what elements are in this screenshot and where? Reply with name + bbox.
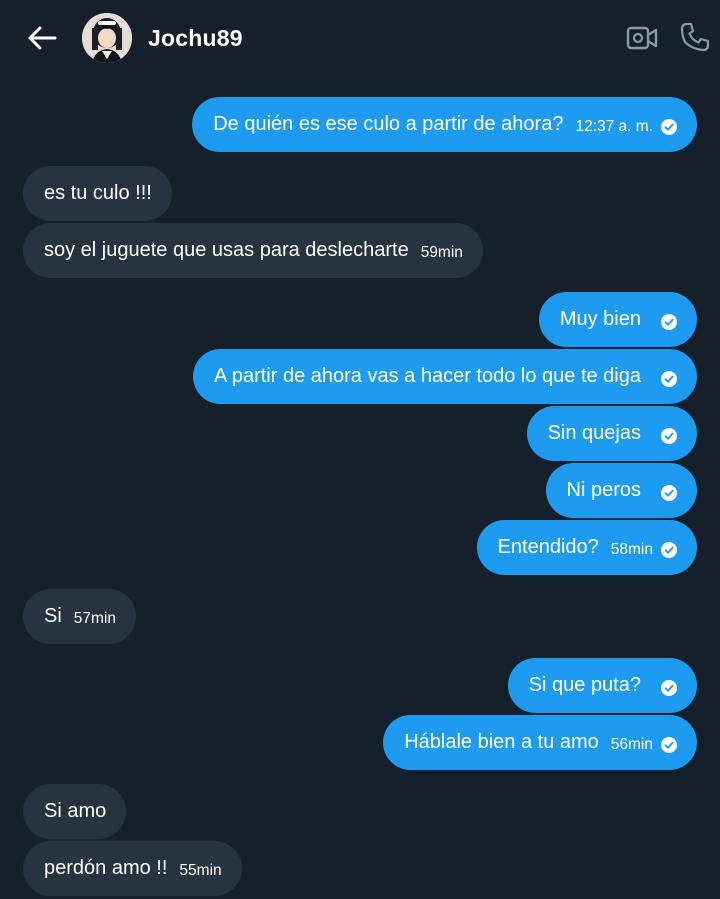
avatar[interactable] [82, 13, 132, 63]
message-bubble-incoming[interactable]: es tu culo !!! [23, 166, 172, 221]
read-check-icon [661, 427, 677, 444]
read-check-icon [661, 541, 677, 558]
message-bubble-outgoing[interactable]: De quién es ese culo a partir de ahora? … [192, 97, 697, 152]
message-text: es tu culo !!! [44, 182, 152, 204]
message-time: 58min [610, 540, 653, 558]
message-time: 56min [610, 735, 653, 753]
contact-name[interactable]: Jochu89 [148, 25, 243, 52]
message-bubble-outgoing[interactable]: Entendido? 58min [476, 520, 697, 575]
message-bubble-incoming[interactable]: perdón amo !! 55min [23, 841, 242, 896]
message-time: 12:37 a. m. [575, 117, 653, 135]
message-text: soy el juguete que usas para deslecharte [44, 239, 409, 261]
message-bubble-outgoing[interactable]: A partir de ahora vas a hacer todo lo qu… [193, 349, 697, 404]
message-text: Sin quejas [547, 422, 641, 444]
phone-call-button[interactable] [676, 18, 714, 56]
read-check-icon [661, 313, 677, 330]
phone-icon [680, 22, 710, 52]
message-text: De quién es ese culo a partir de ahora? [213, 113, 564, 135]
message-bubble-outgoing[interactable]: Muy bien [538, 292, 697, 347]
message-text: Si [44, 605, 62, 627]
message-time: 55min [179, 861, 222, 879]
back-button[interactable] [22, 20, 62, 56]
message-text: Ni peros [566, 479, 641, 501]
message-bubble-incoming[interactable]: soy el juguete que usas para deslecharte… [23, 223, 483, 278]
message-bubble-incoming[interactable]: Si amo [23, 784, 127, 839]
message-time: 59min [420, 243, 463, 261]
message-text: Muy bien [559, 308, 641, 330]
video-call-icon [626, 26, 658, 50]
read-check-icon [661, 118, 677, 135]
chat-header: Jochu89 [0, 0, 720, 78]
read-check-icon [661, 484, 677, 501]
message-bubble-incoming[interactable]: Si 57min [23, 589, 137, 644]
message-text: A partir de ahora vas a hacer todo lo qu… [214, 365, 641, 387]
message-text: Entendido? [497, 536, 599, 558]
avatar-image [82, 13, 132, 63]
message-bubble-outgoing[interactable]: Si que puta? [507, 658, 697, 713]
read-check-icon [661, 370, 677, 387]
message-text: perdón amo !! [44, 857, 168, 879]
message-bubble-outgoing[interactable]: Háblale bien a tu amo 56min [383, 715, 697, 770]
message-text: Háblale bien a tu amo [404, 731, 599, 753]
arrow-left-icon [28, 26, 57, 50]
message-text: Si amo [44, 800, 107, 822]
message-time: 57min [73, 609, 117, 627]
read-check-icon [661, 679, 677, 696]
video-call-button[interactable] [624, 20, 660, 56]
message-text: Si que puta? [528, 674, 641, 696]
message-bubble-outgoing[interactable]: Sin quejas [526, 406, 697, 461]
message-bubble-outgoing[interactable]: Ni peros [545, 463, 697, 518]
read-check-icon [661, 736, 677, 753]
